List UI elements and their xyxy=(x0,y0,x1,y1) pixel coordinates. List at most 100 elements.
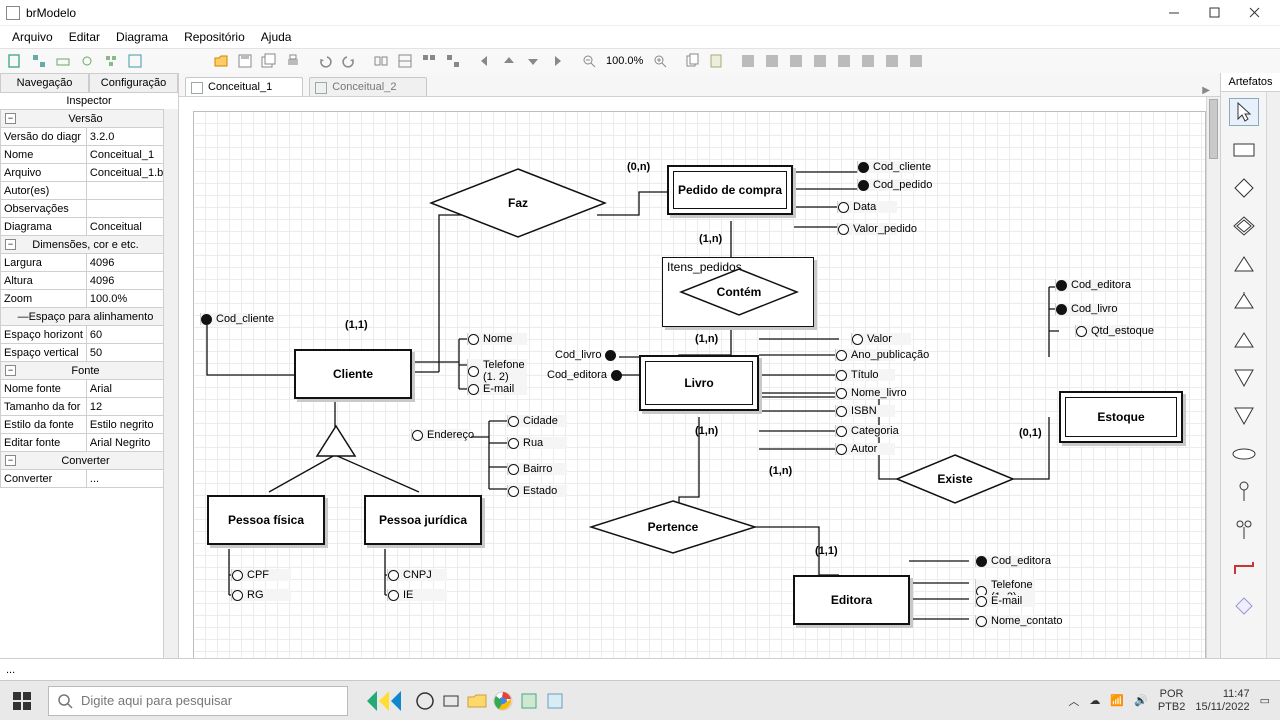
diagram-canvas[interactable]: Cliente Pessoa física Pessoa jurídica Pe… xyxy=(179,97,1220,680)
tray-notifications-icon[interactable]: ▭ xyxy=(1260,694,1270,707)
attr-endereco[interactable]: Endereço xyxy=(411,429,471,441)
entity-editora[interactable]: Editora xyxy=(793,575,910,625)
prop-value[interactable]: ... xyxy=(86,470,163,488)
tray-chevron-icon[interactable]: ︿ xyxy=(1068,693,1079,709)
taskbar-search[interactable]: Digite aqui para pesquisar xyxy=(48,686,348,716)
attr-data[interactable]: Data xyxy=(837,201,897,213)
tab-conceitual-1[interactable]: Conceitual_1 xyxy=(185,77,303,96)
tb-zoom-out-icon[interactable] xyxy=(578,50,600,72)
attr-ie[interactable]: IE xyxy=(387,589,447,601)
tb-icon[interactable] xyxy=(418,50,440,72)
prop-value[interactable]: 50 xyxy=(86,344,163,362)
tb-align-icon[interactable] xyxy=(881,50,903,72)
attr-valor-pedido[interactable]: Valor_pedido xyxy=(837,223,897,235)
task-view-icon[interactable] xyxy=(412,688,438,714)
explorer-icon[interactable] xyxy=(464,688,490,714)
attr-cod-cliente2[interactable]: Cod_cliente xyxy=(857,161,917,173)
entity-livro[interactable]: Livro xyxy=(639,355,759,411)
prop-value[interactable] xyxy=(86,200,163,218)
attr-categoria[interactable]: Categoria xyxy=(835,425,895,437)
attr-cod-editora2[interactable]: Cod_editora xyxy=(1055,279,1115,291)
prop-value[interactable]: Conceitual_1 xyxy=(86,146,163,164)
tb-icon[interactable] xyxy=(370,50,392,72)
close-button[interactable] xyxy=(1234,1,1274,25)
prop-value[interactable] xyxy=(86,182,163,200)
tb-align-icon[interactable] xyxy=(785,50,807,72)
prop-value[interactable]: 12 xyxy=(86,398,163,416)
prop-value[interactable]: 60 xyxy=(86,326,163,344)
tray-volume-icon[interactable]: 🔊 xyxy=(1134,694,1148,707)
tb-align-icon[interactable] xyxy=(809,50,831,72)
tool-relationship-icon[interactable] xyxy=(1229,174,1259,202)
tool-line-icon[interactable] xyxy=(1229,554,1259,582)
menu-arquivo[interactable]: Arquivo xyxy=(4,28,61,46)
entity-cliente[interactable]: Cliente xyxy=(294,349,412,399)
tray-lang2[interactable]: PTB2 xyxy=(1158,701,1186,713)
tool-weak-rel-icon[interactable] xyxy=(1229,212,1259,240)
tb-icon[interactable] xyxy=(394,50,416,72)
prop-value[interactable]: Conceitual_1.br xyxy=(86,164,163,182)
attr-titulo[interactable]: Título xyxy=(835,369,895,381)
entity-estoque[interactable]: Estoque xyxy=(1059,391,1183,443)
start-button[interactable] xyxy=(0,681,44,721)
prop-value[interactable]: 3.2.0 xyxy=(86,128,163,146)
attr-cnpj[interactable]: CNPJ xyxy=(387,569,447,581)
attr-estado[interactable]: Estado xyxy=(507,485,567,497)
attr-isbn[interactable]: ISBN xyxy=(835,405,895,417)
tb-open-icon[interactable] xyxy=(210,50,232,72)
tb-print-icon[interactable] xyxy=(282,50,304,72)
attr-ano-pub[interactable]: Ano_publicação xyxy=(835,349,895,361)
attr-rg[interactable]: RG xyxy=(231,589,291,601)
brmodelo-taskbar-icon[interactable] xyxy=(516,688,542,714)
minimize-button[interactable] xyxy=(1154,1,1194,25)
tray-lang1[interactable]: POR xyxy=(1158,688,1186,700)
tb-align-icon[interactable] xyxy=(737,50,759,72)
entity-pessoa-juridica[interactable]: Pessoa jurídica xyxy=(364,495,482,545)
tab-conceitual-2[interactable]: Conceitual_2 xyxy=(309,77,427,96)
attr-telefone[interactable]: Telefone (1. 2) xyxy=(467,359,527,383)
tb-icon[interactable] xyxy=(76,50,98,72)
attr-bairro[interactable]: Bairro xyxy=(507,463,567,475)
rel-contem[interactable]: Contém xyxy=(679,267,799,317)
tb-copy-icon[interactable] xyxy=(681,50,703,72)
prop-value[interactable]: 100.0% xyxy=(86,290,163,308)
tool-cursor-icon[interactable] xyxy=(1229,98,1259,126)
tb-icon[interactable] xyxy=(124,50,146,72)
attr-autor[interactable]: Autor xyxy=(835,443,895,455)
tool-spec3-icon[interactable] xyxy=(1229,326,1259,354)
attr-cod-cliente[interactable]: Cod_cliente xyxy=(200,313,260,325)
attr-cidade[interactable]: Cidade xyxy=(507,415,567,427)
tool-key-icon[interactable] xyxy=(1229,478,1259,506)
attr-nome-livro[interactable]: Nome_livro xyxy=(835,387,895,399)
tb-icon[interactable] xyxy=(442,50,464,72)
prop-value[interactable]: Estilo negrito xyxy=(86,416,163,434)
attr-cod-editora[interactable]: Cod_editora xyxy=(547,369,622,381)
collapse-icon[interactable]: − xyxy=(5,239,16,250)
tb-align-icon[interactable] xyxy=(857,50,879,72)
tb-align-icon[interactable] xyxy=(905,50,927,72)
maximize-button[interactable] xyxy=(1194,1,1234,25)
collapse-icon[interactable]: − xyxy=(5,365,16,376)
attr-nome[interactable]: Nome xyxy=(467,333,527,345)
collapse-icon[interactable]: − xyxy=(5,113,16,124)
attr-qtd-estoque[interactable]: Qtd_estoque xyxy=(1075,325,1135,337)
tb-align-icon[interactable] xyxy=(833,50,855,72)
chrome-icon[interactable] xyxy=(490,688,516,714)
tool-misc-icon[interactable] xyxy=(1229,592,1259,620)
tray-cloud-icon[interactable]: ☁ xyxy=(1089,694,1100,707)
tb-undo-icon[interactable] xyxy=(314,50,336,72)
tb-icon[interactable] xyxy=(52,50,74,72)
tool-spec-icon[interactable] xyxy=(1229,250,1259,278)
inspector-scrollbar[interactable] xyxy=(163,109,178,680)
attr-nome-contato[interactable]: Nome_contato xyxy=(975,615,1035,627)
menu-ajuda[interactable]: Ajuda xyxy=(253,28,300,46)
attr-cod-livro[interactable]: Cod_livro xyxy=(555,349,616,361)
canvas-vscrollbar[interactable] xyxy=(1206,97,1220,666)
tb-new-icon[interactable] xyxy=(4,50,26,72)
tool-spec2-icon[interactable] xyxy=(1229,288,1259,316)
attr-email2[interactable]: E-mail xyxy=(975,595,1035,607)
rel-pertence[interactable]: Pertence xyxy=(589,499,757,555)
prop-value[interactable]: 4096 xyxy=(86,254,163,272)
menu-repositorio[interactable]: Repositório xyxy=(176,28,253,46)
prop-value[interactable]: Arial Negrito xyxy=(86,434,163,452)
